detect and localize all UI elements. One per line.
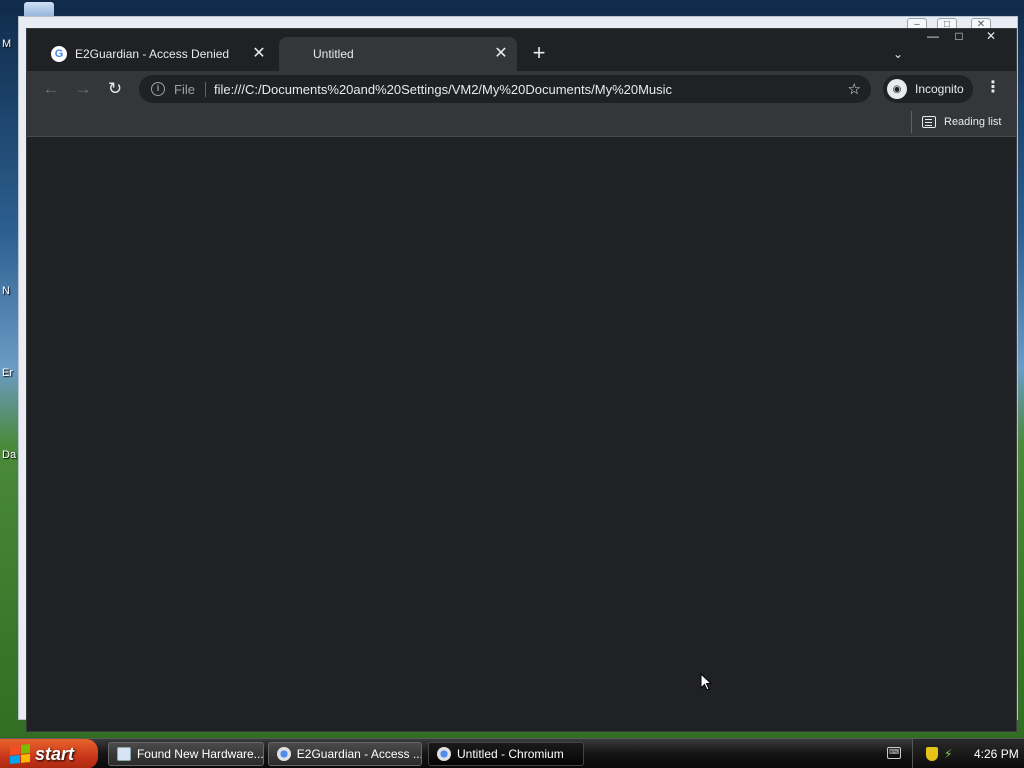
close-icon[interactable]: ✕ xyxy=(979,29,1003,45)
taskbar-item-e2guardian[interactable]: E2Guardian - Access ... xyxy=(268,742,422,766)
tab-strip: G E2Guardian - Access Denied ✕ Untitled … xyxy=(27,29,1016,71)
desktop-icon-label[interactable]: M xyxy=(2,38,11,50)
toolbar: ← → ↻ i File file:///C:/Documents%20and%… xyxy=(27,71,1016,107)
desktop-icon-label[interactable]: Da xyxy=(2,449,16,461)
tab-untitled[interactable]: Untitled ✕ xyxy=(279,37,517,71)
google-g-icon: G xyxy=(51,46,67,62)
tab-search-chevron-icon[interactable]: ⌄ xyxy=(887,43,909,65)
incognito-profile-button[interactable]: ◉ Incognito xyxy=(883,75,973,103)
bookmark-bar: Reading list xyxy=(27,107,1016,137)
hardware-wizard-icon xyxy=(117,747,131,761)
reading-list-label: Reading list xyxy=(944,116,1002,128)
chromium-window: G E2Guardian - Access Denied ✕ Untitled … xyxy=(26,28,1017,732)
start-label: start xyxy=(35,743,75,764)
taskbar-item-found-new-hardware[interactable]: Found New Hardware... xyxy=(108,742,264,766)
minimize-icon[interactable]: — xyxy=(921,29,945,45)
scheme-chip: File xyxy=(174,81,206,97)
page-content[interactable] xyxy=(27,138,1016,731)
windows-flag-icon xyxy=(10,743,30,765)
reading-list-icon xyxy=(922,116,936,128)
security-shield-icon[interactable] xyxy=(926,747,938,761)
tab-title: Untitled xyxy=(313,47,354,61)
back-arrow-icon[interactable]: ← xyxy=(39,77,63,101)
taskbar-item-label: E2Guardian - Access ... xyxy=(296,747,421,761)
address-bar[interactable]: i File file:///C:/Documents%20and%20Sett… xyxy=(139,75,871,103)
reading-list-button[interactable]: Reading list xyxy=(911,111,1001,133)
tab-close-icon[interactable]: ✕ xyxy=(491,44,511,64)
tab-e2guardian[interactable]: G E2Guardian - Access Denied ✕ xyxy=(39,37,275,71)
desktop-icon-label[interactable]: Er xyxy=(2,367,13,379)
desktop-icon-label[interactable]: N xyxy=(2,285,10,297)
tab-title: E2Guardian - Access Denied xyxy=(75,47,230,61)
url-text[interactable]: file:///C:/Documents%20and%20Settings/VM… xyxy=(214,82,848,97)
maximize-icon[interactable]: □ xyxy=(947,29,971,45)
start-button[interactable]: start xyxy=(0,739,98,768)
new-tab-button[interactable]: + xyxy=(527,42,551,66)
tab-close-icon[interactable]: ✕ xyxy=(249,44,269,64)
incognito-label: Incognito xyxy=(915,82,964,96)
chromium-icon xyxy=(277,747,291,761)
forward-arrow-icon[interactable]: → xyxy=(71,77,95,101)
taskbar: start Found New Hardware... E2Guardian -… xyxy=(0,738,1024,768)
keyboard-icon[interactable]: ⌨ xyxy=(887,747,901,759)
reload-icon[interactable]: ↻ xyxy=(103,77,127,101)
system-tray: ⌨ ⚡ 4:26 PM xyxy=(887,739,1024,768)
bookmark-star-icon[interactable]: ☆ xyxy=(848,80,861,98)
taskbar-item-label: Found New Hardware... xyxy=(136,747,263,761)
taskbar-item-untitled-chromium[interactable]: Untitled - Chromium xyxy=(428,742,584,766)
incognito-icon: ◉ xyxy=(887,79,907,99)
chromium-icon xyxy=(437,747,451,761)
kebab-menu-icon[interactable]: ⋮ xyxy=(981,77,1005,101)
taskbar-item-label: Untitled - Chromium xyxy=(457,747,564,761)
clock[interactable]: 4:26 PM xyxy=(974,747,1019,761)
site-info-icon[interactable]: i xyxy=(151,82,165,96)
network-icon[interactable]: ⚡ xyxy=(944,748,956,760)
